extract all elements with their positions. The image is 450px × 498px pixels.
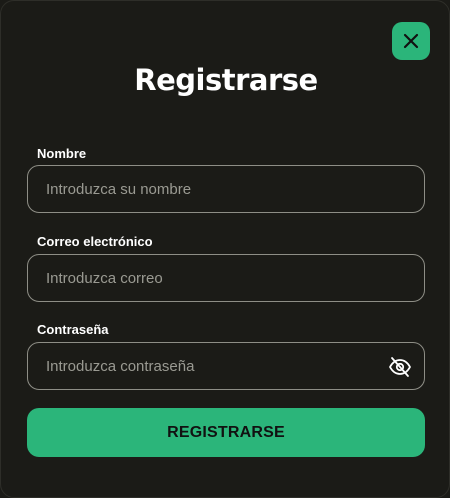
email-label: Correo electrónico bbox=[37, 234, 153, 249]
name-field-wrapper bbox=[27, 165, 425, 213]
modal-title: Registrarse bbox=[134, 63, 318, 97]
name-input[interactable] bbox=[28, 166, 424, 212]
email-field-wrapper bbox=[27, 254, 425, 302]
password-input[interactable] bbox=[28, 343, 424, 389]
close-button[interactable] bbox=[392, 22, 430, 60]
eye-off-icon[interactable] bbox=[388, 355, 412, 379]
password-label: Contraseña bbox=[37, 322, 109, 337]
name-label: Nombre bbox=[37, 146, 87, 161]
email-input[interactable] bbox=[28, 255, 424, 301]
close-icon bbox=[403, 33, 419, 49]
password-field-wrapper bbox=[27, 342, 425, 390]
register-modal: Registrarse Nombre Correo electrónico Co… bbox=[0, 0, 450, 498]
register-button[interactable]: REGISTRARSE bbox=[27, 408, 425, 457]
